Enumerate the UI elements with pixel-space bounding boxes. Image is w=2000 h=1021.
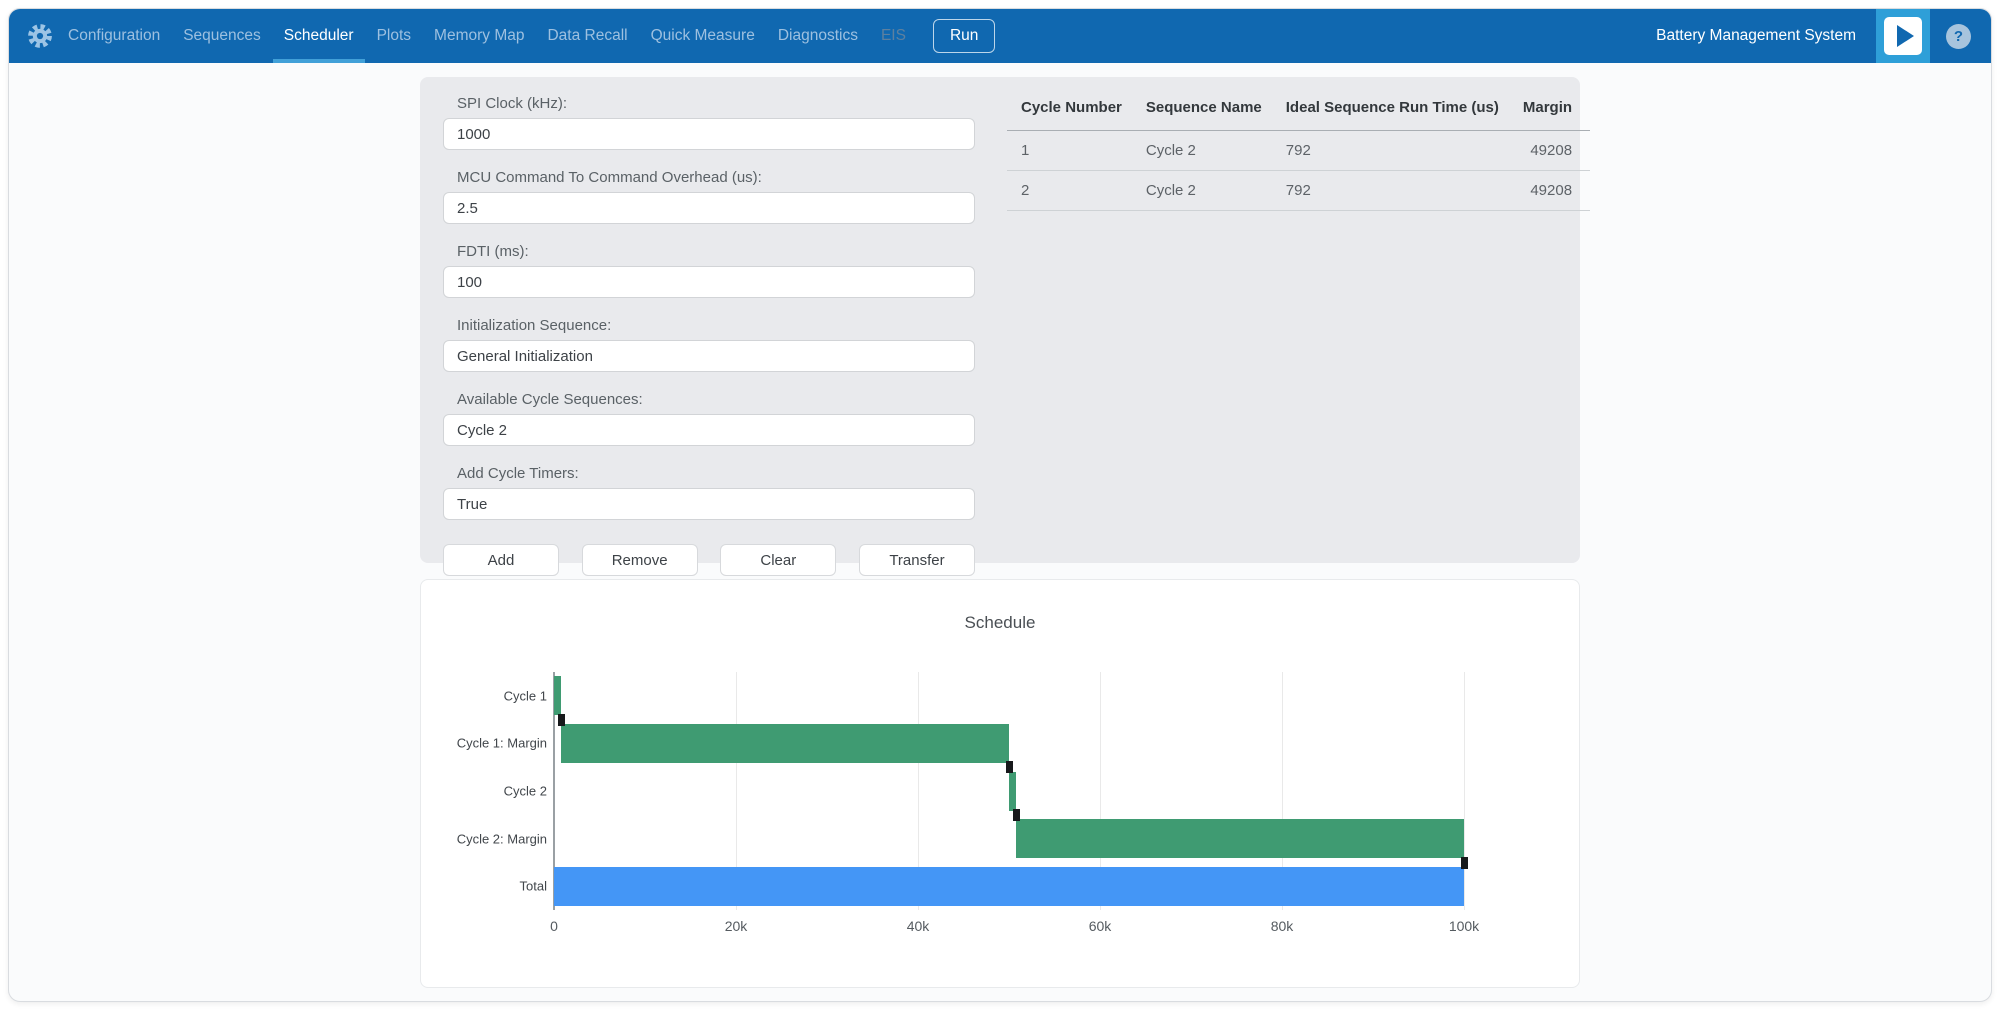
gantt-bar xyxy=(561,724,1009,763)
field-cycle-sequences: Available Cycle Sequences: xyxy=(443,391,975,446)
add-button[interactable]: Add xyxy=(443,544,559,576)
navbar: Configuration Sequences Scheduler Plots … xyxy=(9,9,1991,63)
schedule-plot: 020k40k60k80k100kCycle 1Cycle 1: MarginC… xyxy=(554,672,1464,910)
field-add-cycle-timers: Add Cycle Timers: xyxy=(443,465,975,520)
header-sequence-name: Sequence Name xyxy=(1132,95,1272,131)
cycle-sequences-label: Available Cycle Sequences: xyxy=(443,391,975,408)
junction-marker xyxy=(1461,857,1468,869)
gantt-bar xyxy=(554,867,1464,906)
fdti-label: FDTI (ms): xyxy=(443,243,975,260)
field-fdti: FDTI (ms): xyxy=(443,243,975,298)
tab-diagnostics[interactable]: Diagnostics xyxy=(778,9,858,63)
init-sequence-input[interactable] xyxy=(443,340,975,372)
play-icon xyxy=(1884,17,1922,55)
field-init-sequence: Initialization Sequence: xyxy=(443,317,975,372)
mcu-overhead-label: MCU Command To Command Overhead (us): xyxy=(443,169,975,186)
tab-configuration[interactable]: Configuration xyxy=(68,9,160,63)
header-margin: Margin xyxy=(1509,95,1590,131)
app-window: Configuration Sequences Scheduler Plots … xyxy=(8,8,1992,1002)
y-axis-label: Cycle 1 xyxy=(504,688,547,703)
header-cycle-number: Cycle Number xyxy=(1007,95,1132,131)
mcu-overhead-input[interactable] xyxy=(443,192,975,224)
play-button[interactable] xyxy=(1876,9,1930,63)
junction-marker xyxy=(1006,761,1013,773)
init-sequence-label: Initialization Sequence: xyxy=(443,317,975,334)
clear-button[interactable]: Clear xyxy=(720,544,836,576)
header-run-time: Ideal Sequence Run Time (us) xyxy=(1272,95,1509,131)
gantt-bar xyxy=(1009,772,1016,811)
app-title: Battery Management System xyxy=(1656,27,1856,45)
tab-eis: EIS xyxy=(881,9,906,63)
add-cycle-timers-input[interactable] xyxy=(443,488,975,520)
cycle-sequences-input[interactable] xyxy=(443,414,975,446)
x-axis-tick-label: 60k xyxy=(1089,918,1112,934)
scheduler-form: SPI Clock (kHz): MCU Command To Command … xyxy=(443,95,975,563)
tab-scheduler[interactable]: Scheduler xyxy=(284,9,354,63)
field-mcu-overhead: MCU Command To Command Overhead (us): xyxy=(443,169,975,224)
spi-clock-input[interactable] xyxy=(443,118,975,150)
junction-marker xyxy=(558,714,565,726)
tab-quick-measure[interactable]: Quick Measure xyxy=(651,9,755,63)
chart-gridline xyxy=(1464,672,1465,910)
cycle-table: Cycle Number Sequence Name Ideal Sequenc… xyxy=(1007,95,1590,211)
fdti-input[interactable] xyxy=(443,266,975,298)
main-content: SPI Clock (kHz): MCU Command To Command … xyxy=(420,77,1580,988)
x-axis-tick-label: 0 xyxy=(550,918,558,934)
help-icon[interactable]: ? xyxy=(1946,24,1971,49)
x-axis-tick-label: 40k xyxy=(907,918,930,934)
x-axis-tick-label: 80k xyxy=(1271,918,1294,934)
schedule-chart-panel: Schedule 020k40k60k80k100kCycle 1Cycle 1… xyxy=(420,579,1580,988)
gear-icon[interactable] xyxy=(27,23,53,49)
cycle-table-container: Cycle Number Sequence Name Ideal Sequenc… xyxy=(1007,95,1590,563)
table-row[interactable]: 1 Cycle 2 792 49208 xyxy=(1007,131,1590,171)
table-header-row: Cycle Number Sequence Name Ideal Sequenc… xyxy=(1007,95,1590,131)
tab-plots[interactable]: Plots xyxy=(377,9,411,63)
field-spi-clock: SPI Clock (kHz): xyxy=(443,95,975,150)
y-axis-label: Cycle 1: Margin xyxy=(457,736,547,751)
tab-data-recall[interactable]: Data Recall xyxy=(547,9,627,63)
y-axis-label: Total xyxy=(520,879,547,894)
table-row[interactable]: 2 Cycle 2 792 49208 xyxy=(1007,171,1590,211)
x-axis-tick-label: 100k xyxy=(1449,918,1479,934)
spi-clock-label: SPI Clock (kHz): xyxy=(443,95,975,112)
tab-memory-map[interactable]: Memory Map xyxy=(434,9,524,63)
gantt-bar xyxy=(554,676,561,715)
x-axis-tick-label: 20k xyxy=(725,918,748,934)
tab-sequences[interactable]: Sequences xyxy=(183,9,261,63)
junction-marker xyxy=(1013,809,1020,821)
y-axis-label: Cycle 2 xyxy=(504,784,547,799)
add-cycle-timers-label: Add Cycle Timers: xyxy=(443,465,975,482)
chart-title: Schedule xyxy=(421,613,1579,633)
transfer-button[interactable]: Transfer xyxy=(859,544,975,576)
run-button[interactable]: Run xyxy=(933,19,995,53)
remove-button[interactable]: Remove xyxy=(582,544,698,576)
gantt-bar xyxy=(1016,819,1464,858)
y-axis-label: Cycle 2: Margin xyxy=(457,831,547,846)
form-buttons: Add Remove Clear Transfer xyxy=(443,544,975,576)
scheduler-config-panel: SPI Clock (kHz): MCU Command To Command … xyxy=(420,77,1580,563)
